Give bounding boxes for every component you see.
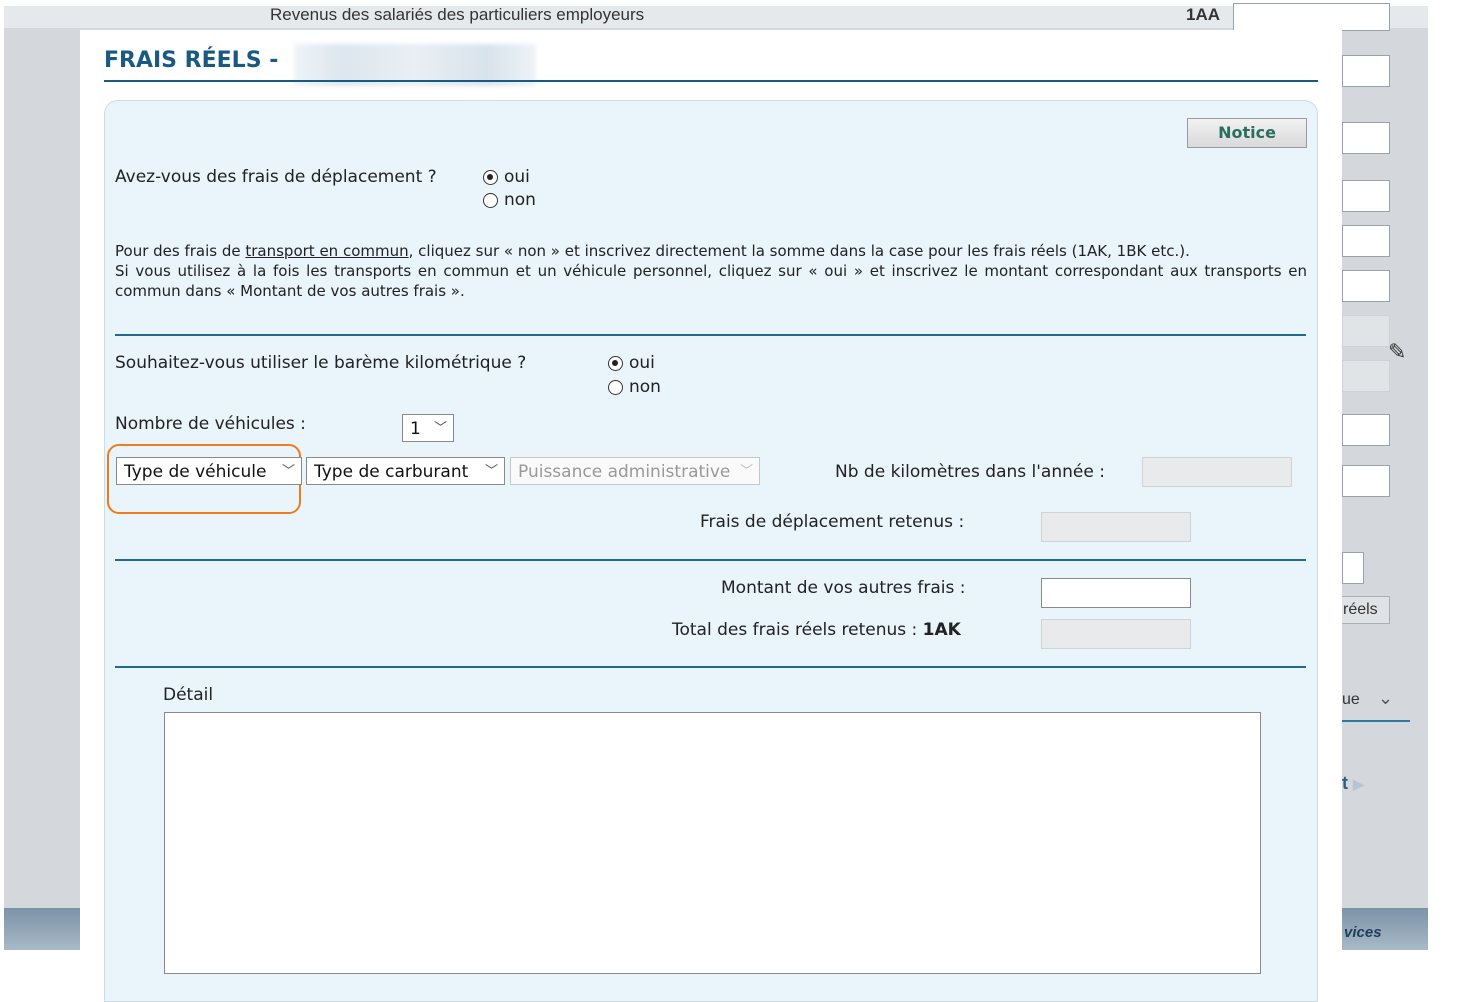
- km-label: Nb de kilomètres dans l'année :: [835, 462, 1105, 482]
- chevron-down-icon: ﹀: [281, 464, 295, 479]
- background-next-link[interactable]: t ▶: [1342, 773, 1364, 794]
- travel-costs-retained-label: Frais de déplacement retenus :: [700, 512, 965, 532]
- background-field[interactable]: [1342, 414, 1390, 446]
- background-field-readonly: [1342, 360, 1390, 392]
- dialog-title: FRAIS RÉELS -: [104, 48, 279, 73]
- background-field[interactable]: [1342, 465, 1390, 497]
- background-expand-label: ue: [1342, 691, 1360, 708]
- bareme-non-option[interactable]: non: [608, 377, 661, 397]
- vehicle-type-select[interactable]: Type de véhicule ﹀: [116, 457, 302, 485]
- background-income-label: Revenus des salariés des particuliers em…: [270, 5, 645, 24]
- background-field[interactable]: [1342, 55, 1390, 87]
- radio-unchecked-icon[interactable]: [608, 379, 623, 395]
- background-field-readonly: [1342, 315, 1390, 347]
- travel-costs-retained-field: [1041, 512, 1191, 542]
- info-text-part: , cliquez sur « non » et inscrivez direc…: [408, 242, 1190, 260]
- background-frais-reels-button[interactable]: réels: [1340, 596, 1390, 624]
- select-value: Puissance administrative: [518, 462, 731, 482]
- transport-link[interactable]: transport en commun: [245, 242, 408, 260]
- background-field[interactable]: [1342, 552, 1364, 584]
- km-field[interactable]: [1142, 457, 1292, 487]
- select-value: 1: [410, 419, 421, 439]
- bareme-oui-option[interactable]: oui: [608, 353, 655, 373]
- title-divider: [104, 80, 1318, 82]
- background-footer-text: vices: [1344, 924, 1382, 941]
- info-text-part: Pour des frais de: [115, 242, 246, 260]
- section-divider: [115, 666, 1306, 668]
- total-label-text: Total des frais réels retenus :: [672, 620, 918, 640]
- total-label: Total des frais réels retenus : 1AK: [672, 620, 961, 640]
- chevron-down-icon: ﹀: [739, 464, 753, 479]
- detail-label: Détail: [163, 685, 214, 705]
- background-field[interactable]: [1342, 122, 1390, 154]
- frais-reels-dialog: FRAIS RÉELS - Notice Avez-vous des frais…: [80, 30, 1342, 1002]
- travel-costs-oui-option[interactable]: oui: [483, 167, 530, 187]
- total-code: 1AK: [922, 620, 961, 640]
- section-divider: [115, 559, 1306, 561]
- info-text: Pour des frais de transport en commun, c…: [115, 241, 1307, 301]
- background-expand-section[interactable]: ue ⌄: [1340, 686, 1410, 722]
- pencil-icon[interactable]: ✎: [1388, 340, 1406, 365]
- travel-costs-question: Avez-vous des frais de déplacement ?: [115, 167, 437, 187]
- radio-checked-icon[interactable]: [483, 169, 498, 185]
- total-field: [1041, 619, 1191, 649]
- radio-label: oui: [629, 353, 655, 373]
- form-panel: Notice Avez-vous des frais de déplacemen…: [104, 100, 1318, 1002]
- double-chevron-down-icon: ⌄: [1378, 688, 1394, 708]
- other-costs-field[interactable]: [1041, 578, 1191, 608]
- radio-label: non: [629, 377, 661, 397]
- background-income-field[interactable]: [1233, 3, 1390, 31]
- radio-checked-icon[interactable]: [608, 355, 623, 371]
- detail-textarea[interactable]: [164, 712, 1261, 974]
- background-income-code: 1AA: [1186, 5, 1221, 24]
- chevron-down-icon: ﹀: [484, 464, 498, 479]
- bareme-question: Souhaitez-vous utiliser le barème kilomé…: [115, 353, 527, 373]
- radio-label: non: [504, 190, 536, 210]
- select-value: Type de carburant: [314, 462, 469, 482]
- background-field[interactable]: [1342, 225, 1390, 257]
- other-costs-label: Montant de vos autres frais :: [721, 578, 966, 598]
- vehicles-count-select[interactable]: 1 ﹀: [402, 414, 454, 442]
- power-select[interactable]: Puissance administrative ﹀: [510, 457, 760, 485]
- background-field[interactable]: [1342, 270, 1390, 302]
- radio-label: oui: [504, 167, 530, 187]
- travel-costs-non-option[interactable]: non: [483, 190, 536, 210]
- notice-button[interactable]: Notice: [1187, 118, 1307, 148]
- select-value: Type de véhicule: [124, 462, 267, 482]
- fuel-type-select[interactable]: Type de carburant ﹀: [306, 457, 505, 485]
- vehicles-count-label: Nombre de véhicules :: [115, 414, 306, 434]
- info-text-part: Si vous utilisez à la fois les transport…: [115, 262, 1307, 300]
- background-field[interactable]: [1342, 180, 1390, 212]
- chevron-down-icon: ﹀: [433, 421, 447, 436]
- section-divider: [115, 334, 1306, 336]
- background-next-label: t: [1342, 773, 1348, 793]
- triangle-right-icon: ▶: [1353, 776, 1364, 792]
- radio-unchecked-icon[interactable]: [483, 192, 498, 208]
